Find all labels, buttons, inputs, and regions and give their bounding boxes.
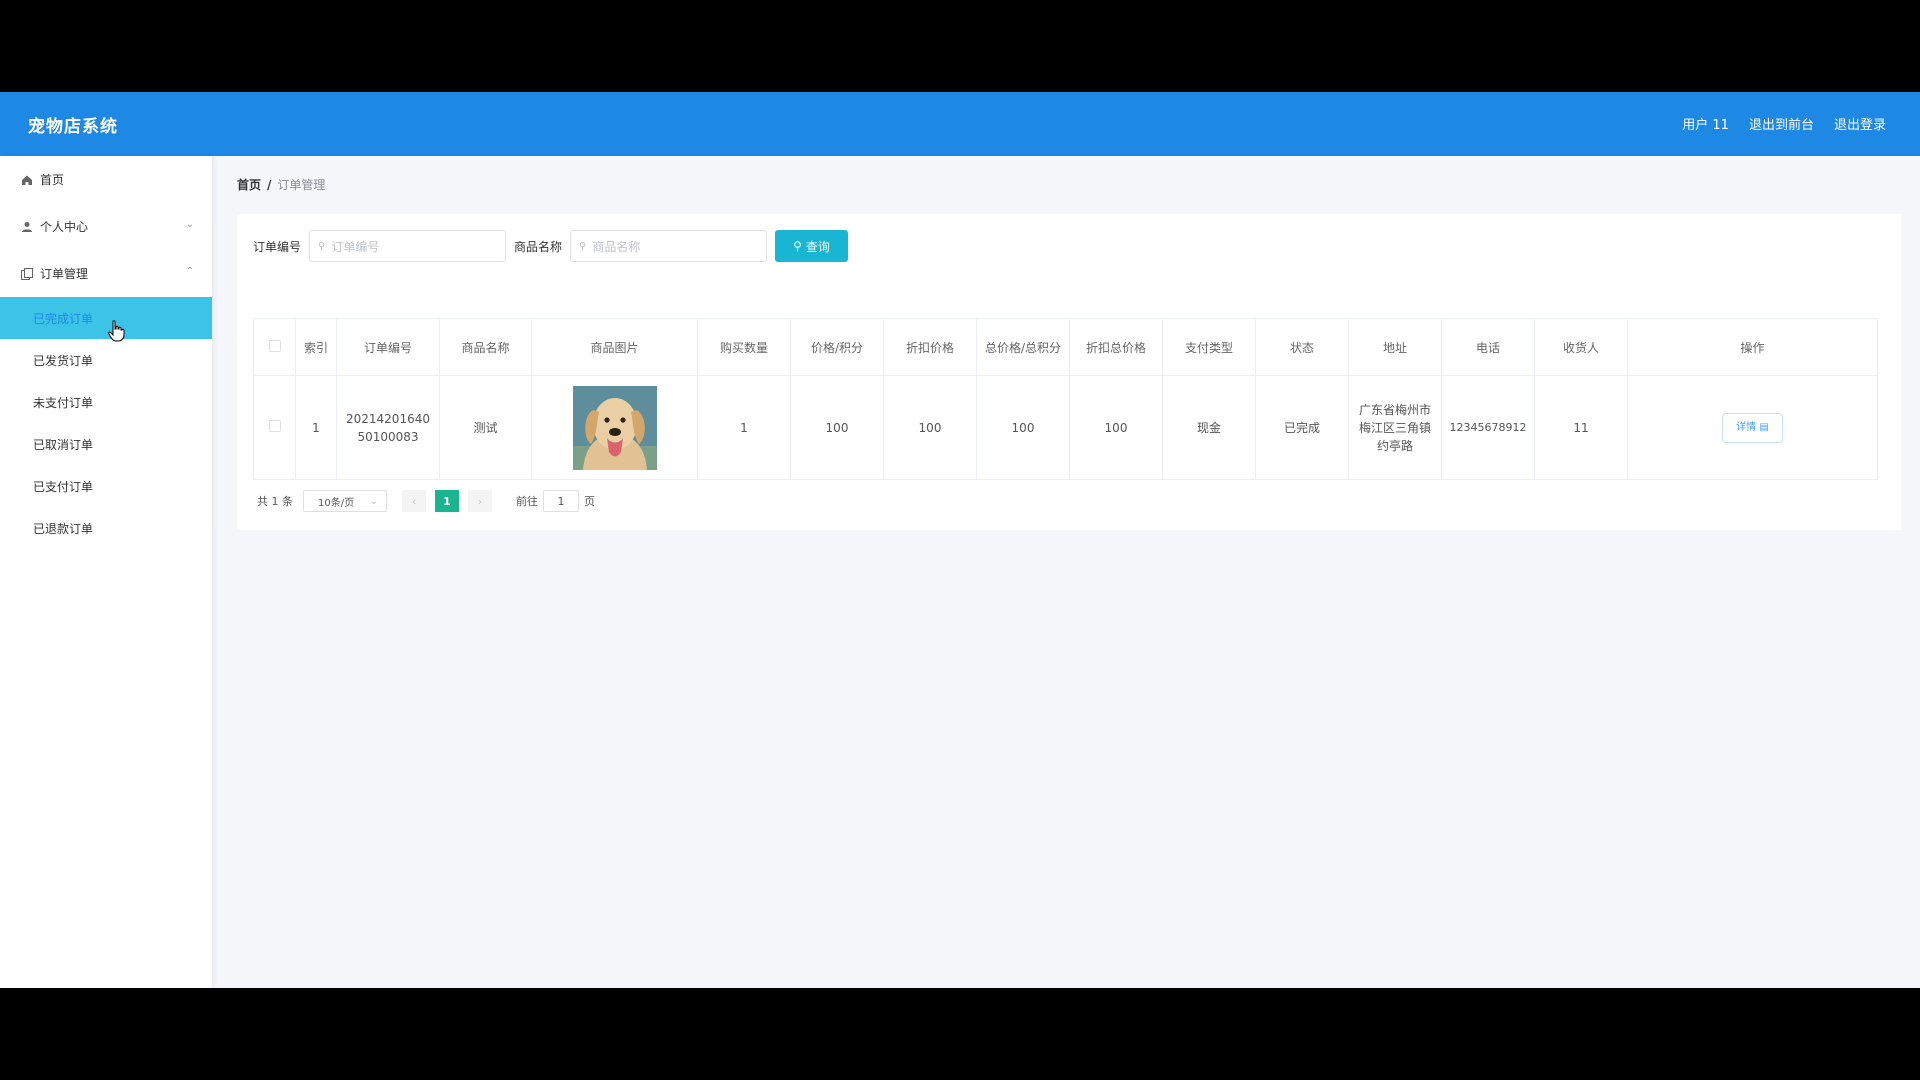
cell-goods-name: 测试 (439, 375, 532, 480)
col-quantity: 购买数量 (697, 318, 791, 376)
sidebar-item-unpaid-orders[interactable]: 未支付订单 (0, 381, 212, 423)
orders-card: 订单编号 ⚲ 订单编号 商品名称 ⚲ 商品名称 ⚲ 查询 索引 订单编号 商品名… (237, 214, 1901, 530)
page-suffix: 页 (584, 495, 595, 508)
sidebar-item-cancelled-orders[interactable]: 已取消订单 (0, 423, 212, 465)
detail-button[interactable]: 详情 ▤ (1722, 412, 1783, 443)
cell-address: 广东省梅州市梅江区三角镇约亭路 (1348, 375, 1442, 480)
chevron-down-icon: ⌄ (369, 495, 378, 507)
pagination: 共 1 条 10条/页 ⌄ ‹ 1 › 前往 1 页 (257, 490, 595, 512)
brand-title: 宠物店系统 (28, 117, 118, 137)
main-content: 首页 / 订单管理 订单编号 ⚲ 订单编号 商品名称 ⚲ 商品名称 ⚲ 查询 索… (237, 156, 1903, 988)
breadcrumb-separator: / (267, 178, 272, 192)
cell-actions: 详情 ▤ (1627, 375, 1878, 480)
cell-total: 100 (976, 375, 1070, 480)
user-name[interactable]: 用户 11 (1682, 114, 1729, 133)
col-goods-name: 商品名称 (439, 318, 532, 376)
dog-photo (572, 385, 657, 470)
search-icon: ⚲ (318, 240, 326, 252)
cell-price: 100 (790, 375, 884, 480)
cell-quantity: 1 (697, 375, 791, 480)
chevron-down-icon: ⌄ (185, 219, 194, 230)
cell-status: 已完成 (1255, 375, 1349, 480)
cell-discount-price: 100 (883, 375, 977, 480)
goto-label: 前往 (516, 495, 538, 508)
col-index: 索引 (295, 318, 337, 376)
col-price: 价格/积分 (790, 318, 884, 376)
row-checkbox[interactable] (253, 375, 296, 480)
col-discount-price: 折扣价格 (883, 318, 977, 376)
goods-name-placeholder: 商品名称 (592, 239, 641, 254)
col-goods-image: 商品图片 (531, 318, 698, 376)
table-header-row: 索引 订单编号 商品名称 商品图片 购买数量 价格/积分 折扣价格 总价格/总积… (253, 318, 1878, 376)
col-discount-total: 折扣总价格 (1069, 318, 1163, 376)
goods-name-label: 商品名称 (514, 239, 563, 254)
logout-link[interactable]: 退出登录 (1834, 114, 1886, 133)
sidebar-item-shipped-orders[interactable]: 已发货订单 (0, 339, 212, 381)
breadcrumb-home[interactable]: 首页 (237, 178, 261, 192)
breadcrumb: 首页 / 订单管理 (237, 176, 325, 193)
sidebar-item-orders[interactable]: 订单管理 ⌃ (0, 250, 212, 297)
cell-goods-image (531, 375, 698, 480)
select-all-checkbox[interactable] (253, 318, 296, 376)
table-row: 1 2021420164050100083 测试 1 100 100 100 1… (253, 375, 1878, 480)
query-button-label: 查询 (805, 239, 830, 254)
goto-page-input[interactable]: 1 (543, 490, 579, 512)
cell-discount-total: 100 (1069, 375, 1163, 480)
user-icon (20, 220, 34, 234)
search-icon: ⚲ (793, 239, 802, 253)
cell-index: 1 (295, 375, 337, 480)
col-total: 总价格/总积分 (976, 318, 1070, 376)
cell-receiver: 11 (1534, 375, 1628, 480)
col-pay-type: 支付类型 (1162, 318, 1256, 376)
sidebar-item-refunded-orders[interactable]: 已退款订单 (0, 507, 212, 549)
goto-page: 前往 1 页 (516, 490, 595, 512)
chevron-up-icon: ⌃ (185, 266, 194, 277)
sidebar-item-label: 首页 (40, 173, 65, 187)
sidebar-item-home[interactable]: 首页 (0, 156, 212, 203)
col-phone: 电话 (1441, 318, 1535, 376)
col-status: 状态 (1255, 318, 1349, 376)
total-count: 共 1 条 (257, 495, 293, 508)
chevron-left-icon: ‹ (411, 494, 417, 508)
next-page-button[interactable]: › (468, 490, 492, 512)
page-size-select[interactable]: 10条/页 ⌄ (303, 490, 387, 512)
col-receiver: 收货人 (1534, 318, 1628, 376)
sidebar-item-label: 订单管理 (40, 267, 89, 281)
sidebar-item-personal[interactable]: 个人中心 ⌄ (0, 203, 212, 250)
sidebar-item-paid-orders[interactable]: 已支付订单 (0, 465, 212, 507)
back-to-front-link[interactable]: 退出到前台 (1749, 114, 1814, 133)
prev-page-button[interactable]: ‹ (402, 490, 426, 512)
sidebar-item-completed-orders[interactable]: 已完成订单 (0, 297, 212, 339)
col-order-no: 订单编号 (336, 318, 440, 376)
col-address: 地址 (1348, 318, 1442, 376)
sidebar: 首页 个人中心 ⌄ 订单管理 ⌃ 已完成订单 已发货订单 未支付订单 已取消订单… (0, 156, 212, 988)
page-size-value: 10条/页 (318, 497, 355, 509)
sidebar-item-label: 个人中心 (40, 220, 89, 234)
search-icon: ⚲ (579, 240, 587, 252)
user-actions: 用户 11 退出到前台 退出登录 (1682, 114, 1886, 133)
home-icon (20, 173, 34, 187)
goods-name-input[interactable]: ⚲ 商品名称 (570, 230, 768, 262)
app-screen: 宠物店系统 用户 11 退出到前台 退出登录 首页 个人中心 ⌄ 订单管理 ⌃ (0, 92, 1920, 988)
document-icon: ▤ (1759, 421, 1769, 433)
order-no-label: 订单编号 (253, 239, 302, 254)
breadcrumb-current: 订单管理 (277, 178, 326, 192)
order-no-input[interactable]: ⚲ 订单编号 (309, 230, 507, 262)
orders-table: 索引 订单编号 商品名称 商品图片 购买数量 价格/积分 折扣价格 总价格/总积… (253, 318, 1878, 480)
col-actions: 操作 (1627, 318, 1878, 376)
cell-order-no: 2021420164050100083 (336, 375, 440, 480)
chevron-right-icon: › (477, 494, 483, 508)
copy-icon (20, 267, 34, 281)
query-button[interactable]: ⚲ 查询 (775, 230, 849, 262)
top-bar: 宠物店系统 用户 11 退出到前台 退出登录 (0, 92, 1920, 156)
detail-button-label: 详情 (1736, 421, 1757, 433)
cell-phone: 12345678912 (1441, 375, 1535, 480)
cell-pay-type: 现金 (1162, 375, 1256, 480)
hand-cursor-icon (108, 320, 125, 342)
page-number-current[interactable]: 1 (435, 490, 459, 512)
search-bar: 订单编号 ⚲ 订单编号 商品名称 ⚲ 商品名称 ⚲ 查询 (253, 230, 849, 262)
order-no-placeholder: 订单编号 (331, 239, 380, 254)
